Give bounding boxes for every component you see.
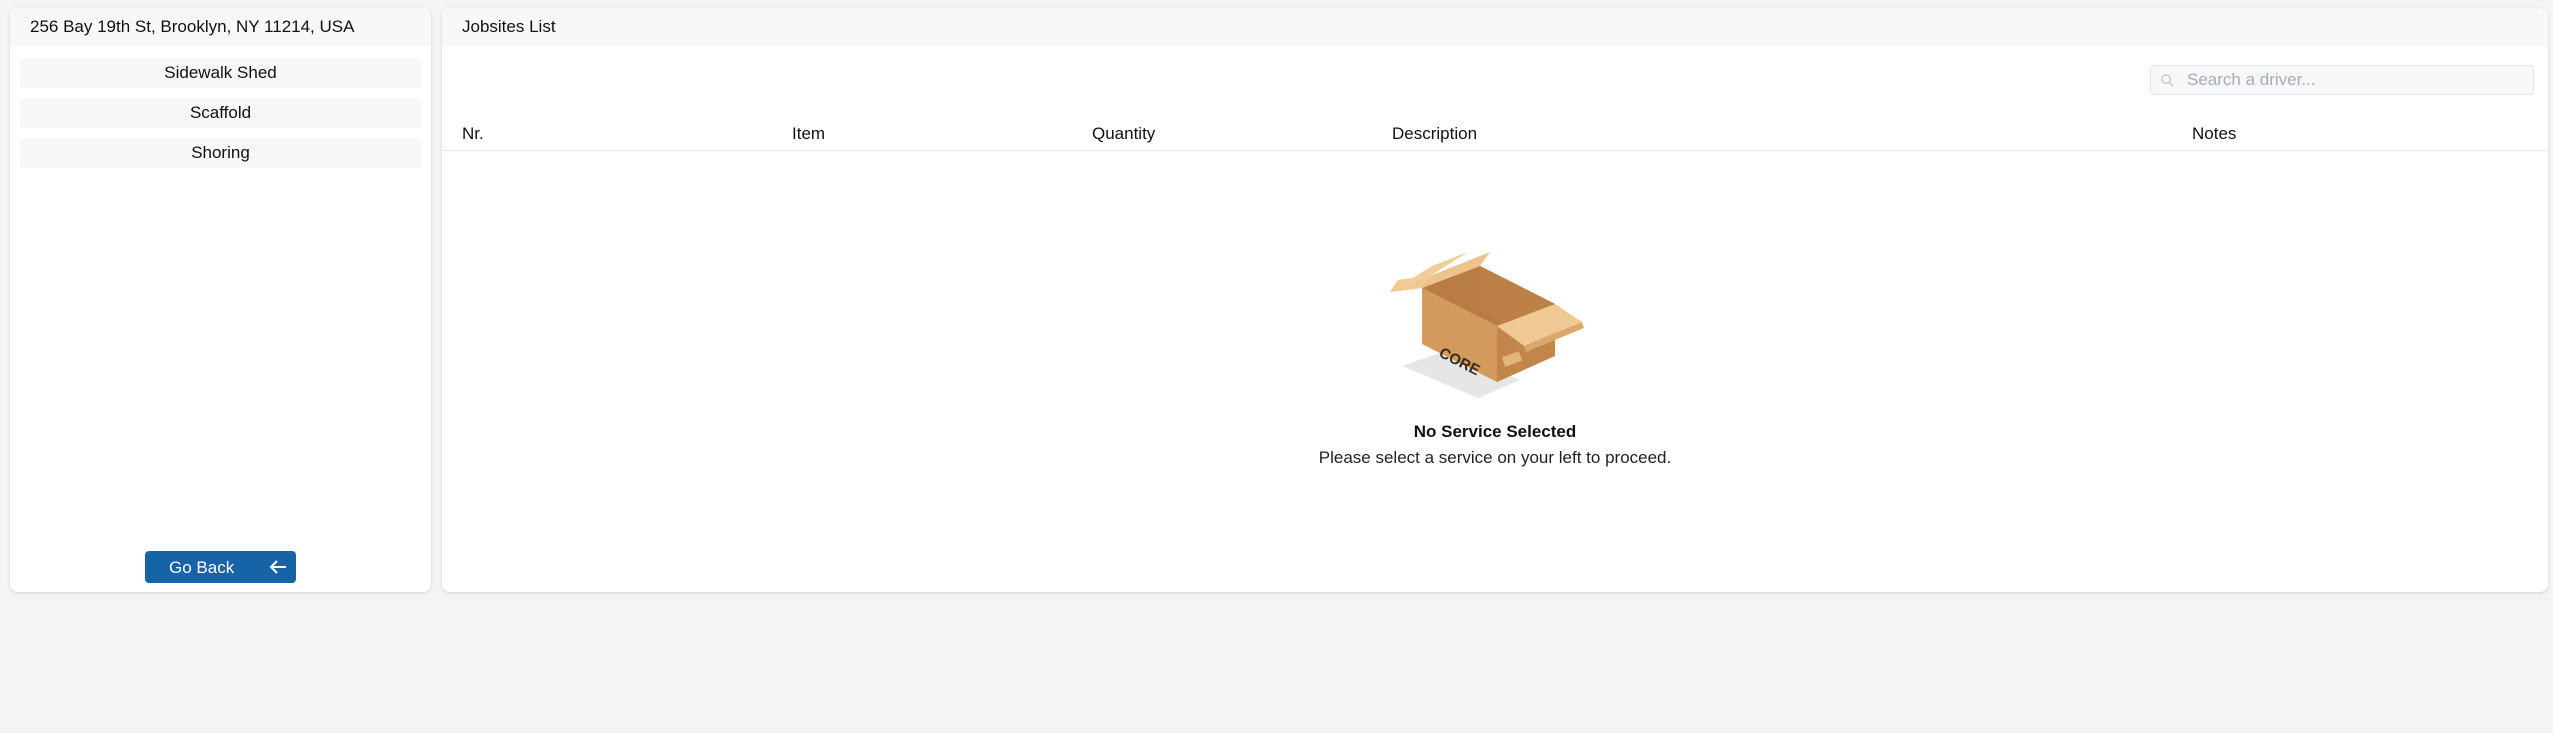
service-item-shoring[interactable]: Shoring [20,138,421,168]
column-notes[interactable]: Notes [2192,124,2236,144]
column-item[interactable]: Item [792,124,825,144]
empty-state: CORE No Service Selected Please select a… [442,248,2548,468]
go-back-label: Go Back [169,558,235,577]
arrow-left-icon [269,560,286,574]
empty-box-illustration: CORE [1390,252,1584,398]
driver-search[interactable] [2150,65,2534,95]
column-quantity[interactable]: Quantity [1092,124,1155,144]
go-back-button[interactable]: Go Back [145,551,296,583]
empty-state-title: No Service Selected [1413,422,1577,441]
jobsite-address: 256 Bay 19th St, Brooklyn, NY 11214, USA [10,8,431,46]
table-header: Nr. Item Quantity Description Notes [442,116,2548,151]
services-panel: 256 Bay 19th St, Brooklyn, NY 11214, USA… [10,8,431,592]
service-list: Sidewalk Shed Scaffold Shoring [10,46,431,168]
page-title: Jobsites List [442,8,2548,46]
jobsites-panel: Jobsites List Nr. Item Quantity Descript… [442,8,2548,592]
column-description[interactable]: Description [1392,124,1477,144]
service-item-scaffold[interactable]: Scaffold [20,98,421,128]
service-item-sidewalk-shed[interactable]: Sidewalk Shed [20,58,421,88]
empty-state-message: Please select a service on your left to … [1318,448,1672,467]
search-icon [2161,74,2174,87]
column-nr[interactable]: Nr. [462,124,484,144]
search-input[interactable] [2185,66,2525,94]
